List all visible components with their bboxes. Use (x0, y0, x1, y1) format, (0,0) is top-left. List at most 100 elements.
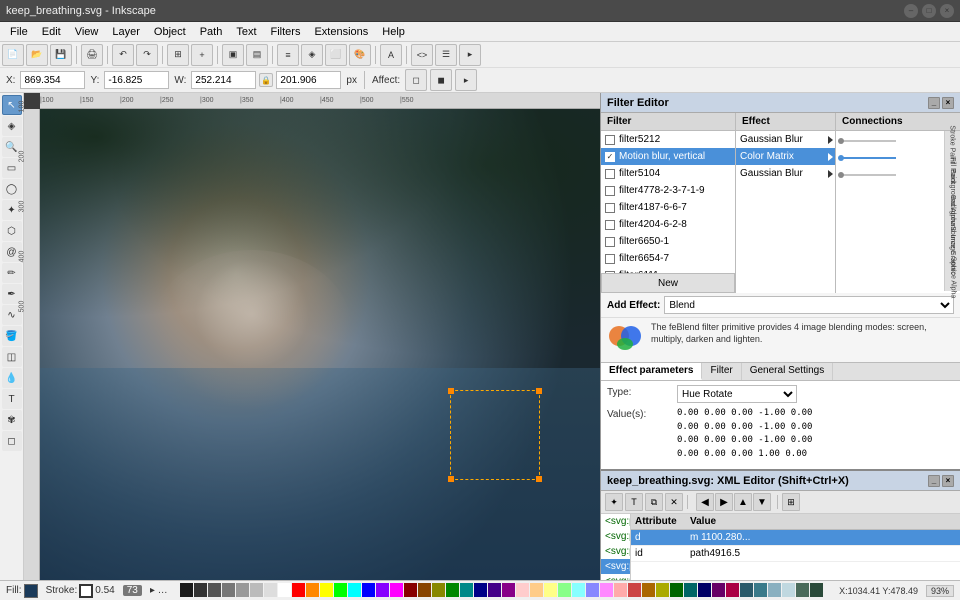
color-swatch[interactable] (404, 583, 417, 597)
color-swatch[interactable] (684, 583, 697, 597)
xml-next-btn[interactable]: ▶ (715, 493, 733, 511)
color-swatch[interactable] (516, 583, 529, 597)
color-swatch[interactable] (306, 583, 319, 597)
handle-tl[interactable] (448, 388, 454, 394)
color-swatch[interactable] (418, 583, 431, 597)
xml-editor-close[interactable]: × (942, 475, 954, 487)
filter-editor-close[interactable]: × (942, 97, 954, 109)
xml-down-btn[interactable]: ▼ (753, 493, 771, 511)
coord-x-input[interactable]: 869.354 (20, 71, 85, 89)
color-swatch[interactable] (502, 583, 515, 597)
filter-checkbox[interactable] (605, 135, 615, 145)
xml-new-elem-btn[interactable]: ✦ (605, 493, 623, 511)
pencil-tool-btn[interactable]: ✏ (2, 263, 22, 283)
menu-help[interactable]: Help (376, 25, 411, 39)
bucket-tool-btn[interactable]: 🪣 (2, 326, 22, 346)
color-swatch[interactable] (320, 583, 333, 597)
xml-new-text-btn[interactable]: T (625, 493, 643, 511)
color-swatch[interactable] (362, 583, 375, 597)
color-swatch[interactable] (488, 583, 501, 597)
group-btn[interactable]: ▣ (222, 44, 244, 66)
zoom-display[interactable]: 93% (926, 585, 954, 597)
fill-btn[interactable]: 🎨 (349, 44, 371, 66)
color-swatch[interactable] (614, 583, 627, 597)
menu-path[interactable]: Path (194, 25, 229, 39)
zoom-in-btn[interactable]: + (191, 44, 213, 66)
filter-item[interactable]: filter5212 (601, 131, 735, 148)
filter-checkbox[interactable] (605, 254, 615, 264)
color-swatch[interactable] (642, 583, 655, 597)
filter-checkbox[interactable] (605, 203, 615, 213)
color-swatch[interactable] (558, 583, 571, 597)
xml-indent-btn[interactable]: ⊞ (782, 493, 800, 511)
color-swatch[interactable] (698, 583, 711, 597)
color-swatch[interactable] (474, 583, 487, 597)
color-swatch[interactable] (796, 583, 809, 597)
menu-view[interactable]: View (69, 25, 105, 39)
xml-prev-btn[interactable]: ◀ (696, 493, 714, 511)
save-btn[interactable]: 💾 (50, 44, 72, 66)
filter-checkbox[interactable] (605, 186, 615, 196)
color-swatch[interactable] (754, 583, 767, 597)
menu-edit[interactable]: Edit (36, 25, 67, 39)
color-swatch[interactable] (810, 583, 823, 597)
menu-filters[interactable]: Filters (265, 25, 307, 39)
align-btn[interactable]: ≡ (277, 44, 299, 66)
filter-checkbox[interactable] (605, 220, 615, 230)
tab-effect-params[interactable]: Effect parameters (601, 363, 702, 380)
affect-all-btn[interactable]: ◼ (430, 69, 452, 91)
menu-layer[interactable]: Layer (106, 25, 146, 39)
xml-del-btn[interactable]: ✕ (665, 493, 683, 511)
text-tool-btn2[interactable]: T (2, 389, 22, 409)
affect-sel-btn[interactable]: ◻ (405, 69, 427, 91)
menu-file[interactable]: File (4, 25, 34, 39)
handle-tr[interactable] (536, 388, 542, 394)
handle-bl[interactable] (448, 476, 454, 482)
color-swatch[interactable] (782, 583, 795, 597)
filter-new-btn[interactable]: New (601, 273, 735, 293)
xml-node[interactable]: <svg:path id="path4850"> (601, 559, 630, 574)
menu-object[interactable]: Object (148, 25, 192, 39)
color-swatch[interactable] (600, 583, 613, 597)
color-swatch[interactable] (334, 583, 347, 597)
minimize-btn[interactable]: – (904, 4, 918, 18)
new-btn[interactable]: 📄 (2, 44, 24, 66)
xml-editor-minimize[interactable]: _ (928, 475, 940, 487)
color-swatch[interactable] (250, 583, 263, 597)
color-swatch[interactable] (726, 583, 739, 597)
width-input[interactable]: 252.214 (191, 71, 256, 89)
dropper-tool-btn[interactable]: 💧 (2, 368, 22, 388)
filter-item[interactable]: filter4187-6-6-7 (601, 199, 735, 216)
redo-btn[interactable]: ↷ (136, 44, 158, 66)
color-swatch[interactable] (740, 583, 753, 597)
xml-node[interactable]: <svg:path id="path2847-0"> (601, 529, 630, 544)
xml-up-btn[interactable]: ▲ (734, 493, 752, 511)
close-btn[interactable]: × (940, 4, 954, 18)
affect-more-btn[interactable]: ▸ (455, 69, 477, 91)
color-swatch[interactable] (390, 583, 403, 597)
tab-filter[interactable]: Filter (702, 363, 741, 380)
color-swatch[interactable] (348, 583, 361, 597)
color-swatch[interactable] (768, 583, 781, 597)
print-btn[interactable]: 🖨 (81, 44, 103, 66)
xml-attr-row[interactable]: dm 1100.280... (631, 530, 960, 546)
color-swatch[interactable] (446, 583, 459, 597)
canvas-viewport[interactable] (40, 109, 600, 580)
menu-text[interactable]: Text (230, 25, 262, 39)
filter-item[interactable]: Motion blur, vertical (601, 148, 735, 165)
filter-checkbox[interactable] (605, 169, 615, 179)
filter-checkbox[interactable] (605, 237, 615, 247)
maximize-btn[interactable]: □ (922, 4, 936, 18)
color-swatch[interactable] (278, 583, 291, 597)
undo-btn[interactable]: ↶ (112, 44, 134, 66)
color-swatch[interactable] (544, 583, 557, 597)
ungroup-btn[interactable]: ▤ (246, 44, 268, 66)
stroke-swatch[interactable] (79, 584, 93, 598)
color-swatch[interactable] (628, 583, 641, 597)
more-btn[interactable]: ▸ (459, 44, 481, 66)
color-swatch[interactable] (432, 583, 445, 597)
color-swatch[interactable] (530, 583, 543, 597)
color-swatch[interactable] (670, 583, 683, 597)
filter-item[interactable]: filter6650-1 (601, 233, 735, 250)
color-swatch[interactable] (180, 583, 193, 597)
